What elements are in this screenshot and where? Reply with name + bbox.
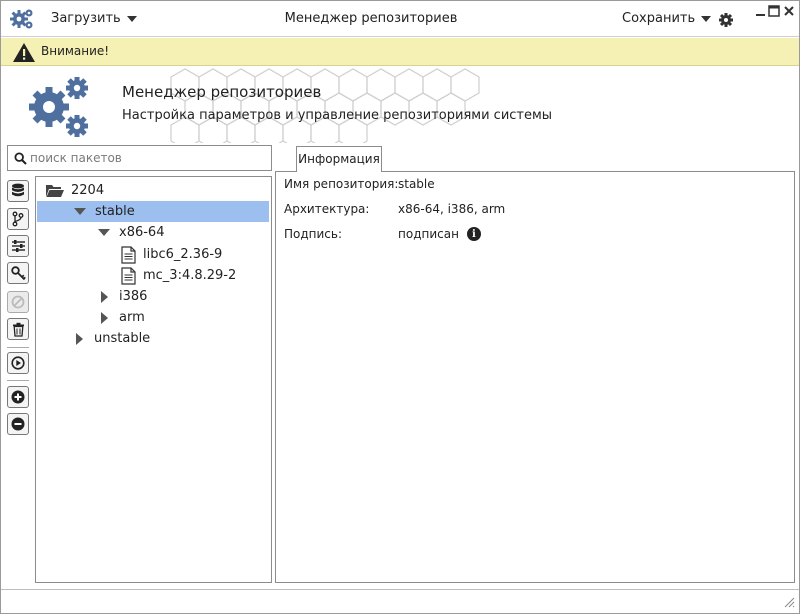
toolbar-divider — [7, 347, 29, 348]
file-icon — [121, 245, 136, 264]
hexagon-pattern — [170, 68, 480, 143]
info-label: Имя репозитория: — [284, 177, 399, 191]
branch-icon — [12, 211, 24, 227]
branch-button[interactable] — [7, 208, 29, 230]
expanded-arrow-icon — [98, 229, 110, 236]
tree-node-package[interactable]: libc6_2.36-9 — [121, 244, 222, 265]
folder-open-icon — [46, 184, 64, 197]
collapsed-arrow-icon — [76, 332, 83, 345]
info-panel: Имя репозитория: stable Архитектура: x86… — [275, 171, 795, 583]
status-bar — [1, 589, 799, 613]
key-button[interactable] — [7, 262, 29, 284]
tree-node-x86-64[interactable]: x86-64 — [98, 222, 164, 243]
database-button[interactable] — [7, 180, 29, 202]
tree-node-label: stable — [95, 204, 135, 219]
tab-information[interactable]: Информация — [296, 146, 382, 172]
header-title: Менеджер репозиториев — [122, 83, 322, 101]
trash-icon — [12, 322, 24, 337]
tree-node-label: arm — [119, 310, 145, 325]
tree-node-label: unstable — [94, 331, 151, 346]
close-icon[interactable] — [783, 5, 795, 17]
resize-grip-icon[interactable] — [783, 596, 795, 608]
info-icon[interactable]: i — [466, 227, 481, 241]
tree-node-arm[interactable]: arm — [101, 307, 145, 328]
side-toolbar — [7, 180, 31, 440]
add-button[interactable] — [7, 386, 29, 408]
database-icon — [12, 183, 24, 197]
chevron-down-icon — [701, 15, 712, 22]
warning-icon — [13, 43, 35, 62]
tree-node-i386[interactable]: i386 — [101, 286, 147, 307]
file-icon — [121, 266, 136, 285]
maximize-icon[interactable] — [768, 5, 780, 17]
search-input[interactable] — [30, 149, 266, 167]
play-icon — [11, 356, 25, 370]
repo-name-value: stable — [398, 177, 435, 191]
tree-node-label: 2204 — [71, 183, 105, 198]
expanded-arrow-icon — [74, 208, 86, 215]
repository-tree: 2204 stable x86-64 libc6_2.36-9 mc_3:4.8… — [35, 176, 272, 583]
tree-node-stable[interactable]: stable — [37, 201, 269, 222]
save-menu[interactable]: Сохранить — [622, 11, 712, 26]
info-label: Подпись: — [284, 227, 343, 241]
sliders-icon — [11, 240, 25, 252]
tree-node-package[interactable]: mc_3:4.8.29-2 — [121, 265, 236, 286]
tree-node-unstable[interactable]: unstable — [76, 328, 150, 349]
key-icon — [10, 265, 26, 280]
remove-button[interactable] — [7, 413, 29, 435]
settings-sliders-button[interactable] — [7, 235, 29, 257]
minus-icon — [11, 417, 25, 431]
tree-node-label: mc_3:4.8.29-2 — [143, 268, 237, 283]
save-menu-label: Сохранить — [622, 11, 696, 26]
disable-button[interactable] — [7, 291, 29, 313]
minimize-icon[interactable] — [755, 5, 766, 17]
tree-node-root[interactable]: 2204 — [36, 180, 271, 201]
title-bar: Загрузить Менеджер репозиториев Сохранит… — [1, 1, 799, 37]
info-value: подписан i — [398, 227, 481, 241]
plus-icon — [11, 390, 25, 404]
page-header: Менеджер репозиториев Настройка параметр… — [1, 67, 799, 143]
warning-bar: Внимание! — [1, 38, 799, 66]
collapsed-arrow-icon — [101, 311, 108, 324]
app-window: Загрузить Менеджер репозиториев Сохранит… — [0, 0, 800, 614]
package-search[interactable] — [7, 145, 272, 171]
gear-icon[interactable] — [717, 11, 735, 29]
toolbar-divider — [7, 380, 29, 381]
search-icon — [14, 152, 27, 165]
delete-button[interactable] — [7, 318, 29, 340]
warning-text: Внимание! — [41, 44, 110, 58]
collapsed-arrow-icon — [101, 290, 108, 303]
tree-node-label: libc6_2.36-9 — [143, 247, 223, 262]
info-label: Архитектура: — [284, 202, 370, 216]
header-subtitle: Настройка параметров и управление репози… — [122, 108, 553, 123]
signature-value: подписан — [398, 227, 459, 241]
tree-node-label: x86-64 — [119, 225, 165, 240]
architecture-value: x86-64, i386, arm — [398, 202, 506, 216]
tree-node-label: i386 — [119, 289, 148, 304]
ban-icon — [11, 295, 25, 309]
info-value: stable — [398, 177, 435, 191]
gears-logo-icon — [29, 77, 88, 137]
info-value: x86-64, i386, arm — [398, 202, 505, 216]
run-button[interactable] — [7, 352, 29, 374]
